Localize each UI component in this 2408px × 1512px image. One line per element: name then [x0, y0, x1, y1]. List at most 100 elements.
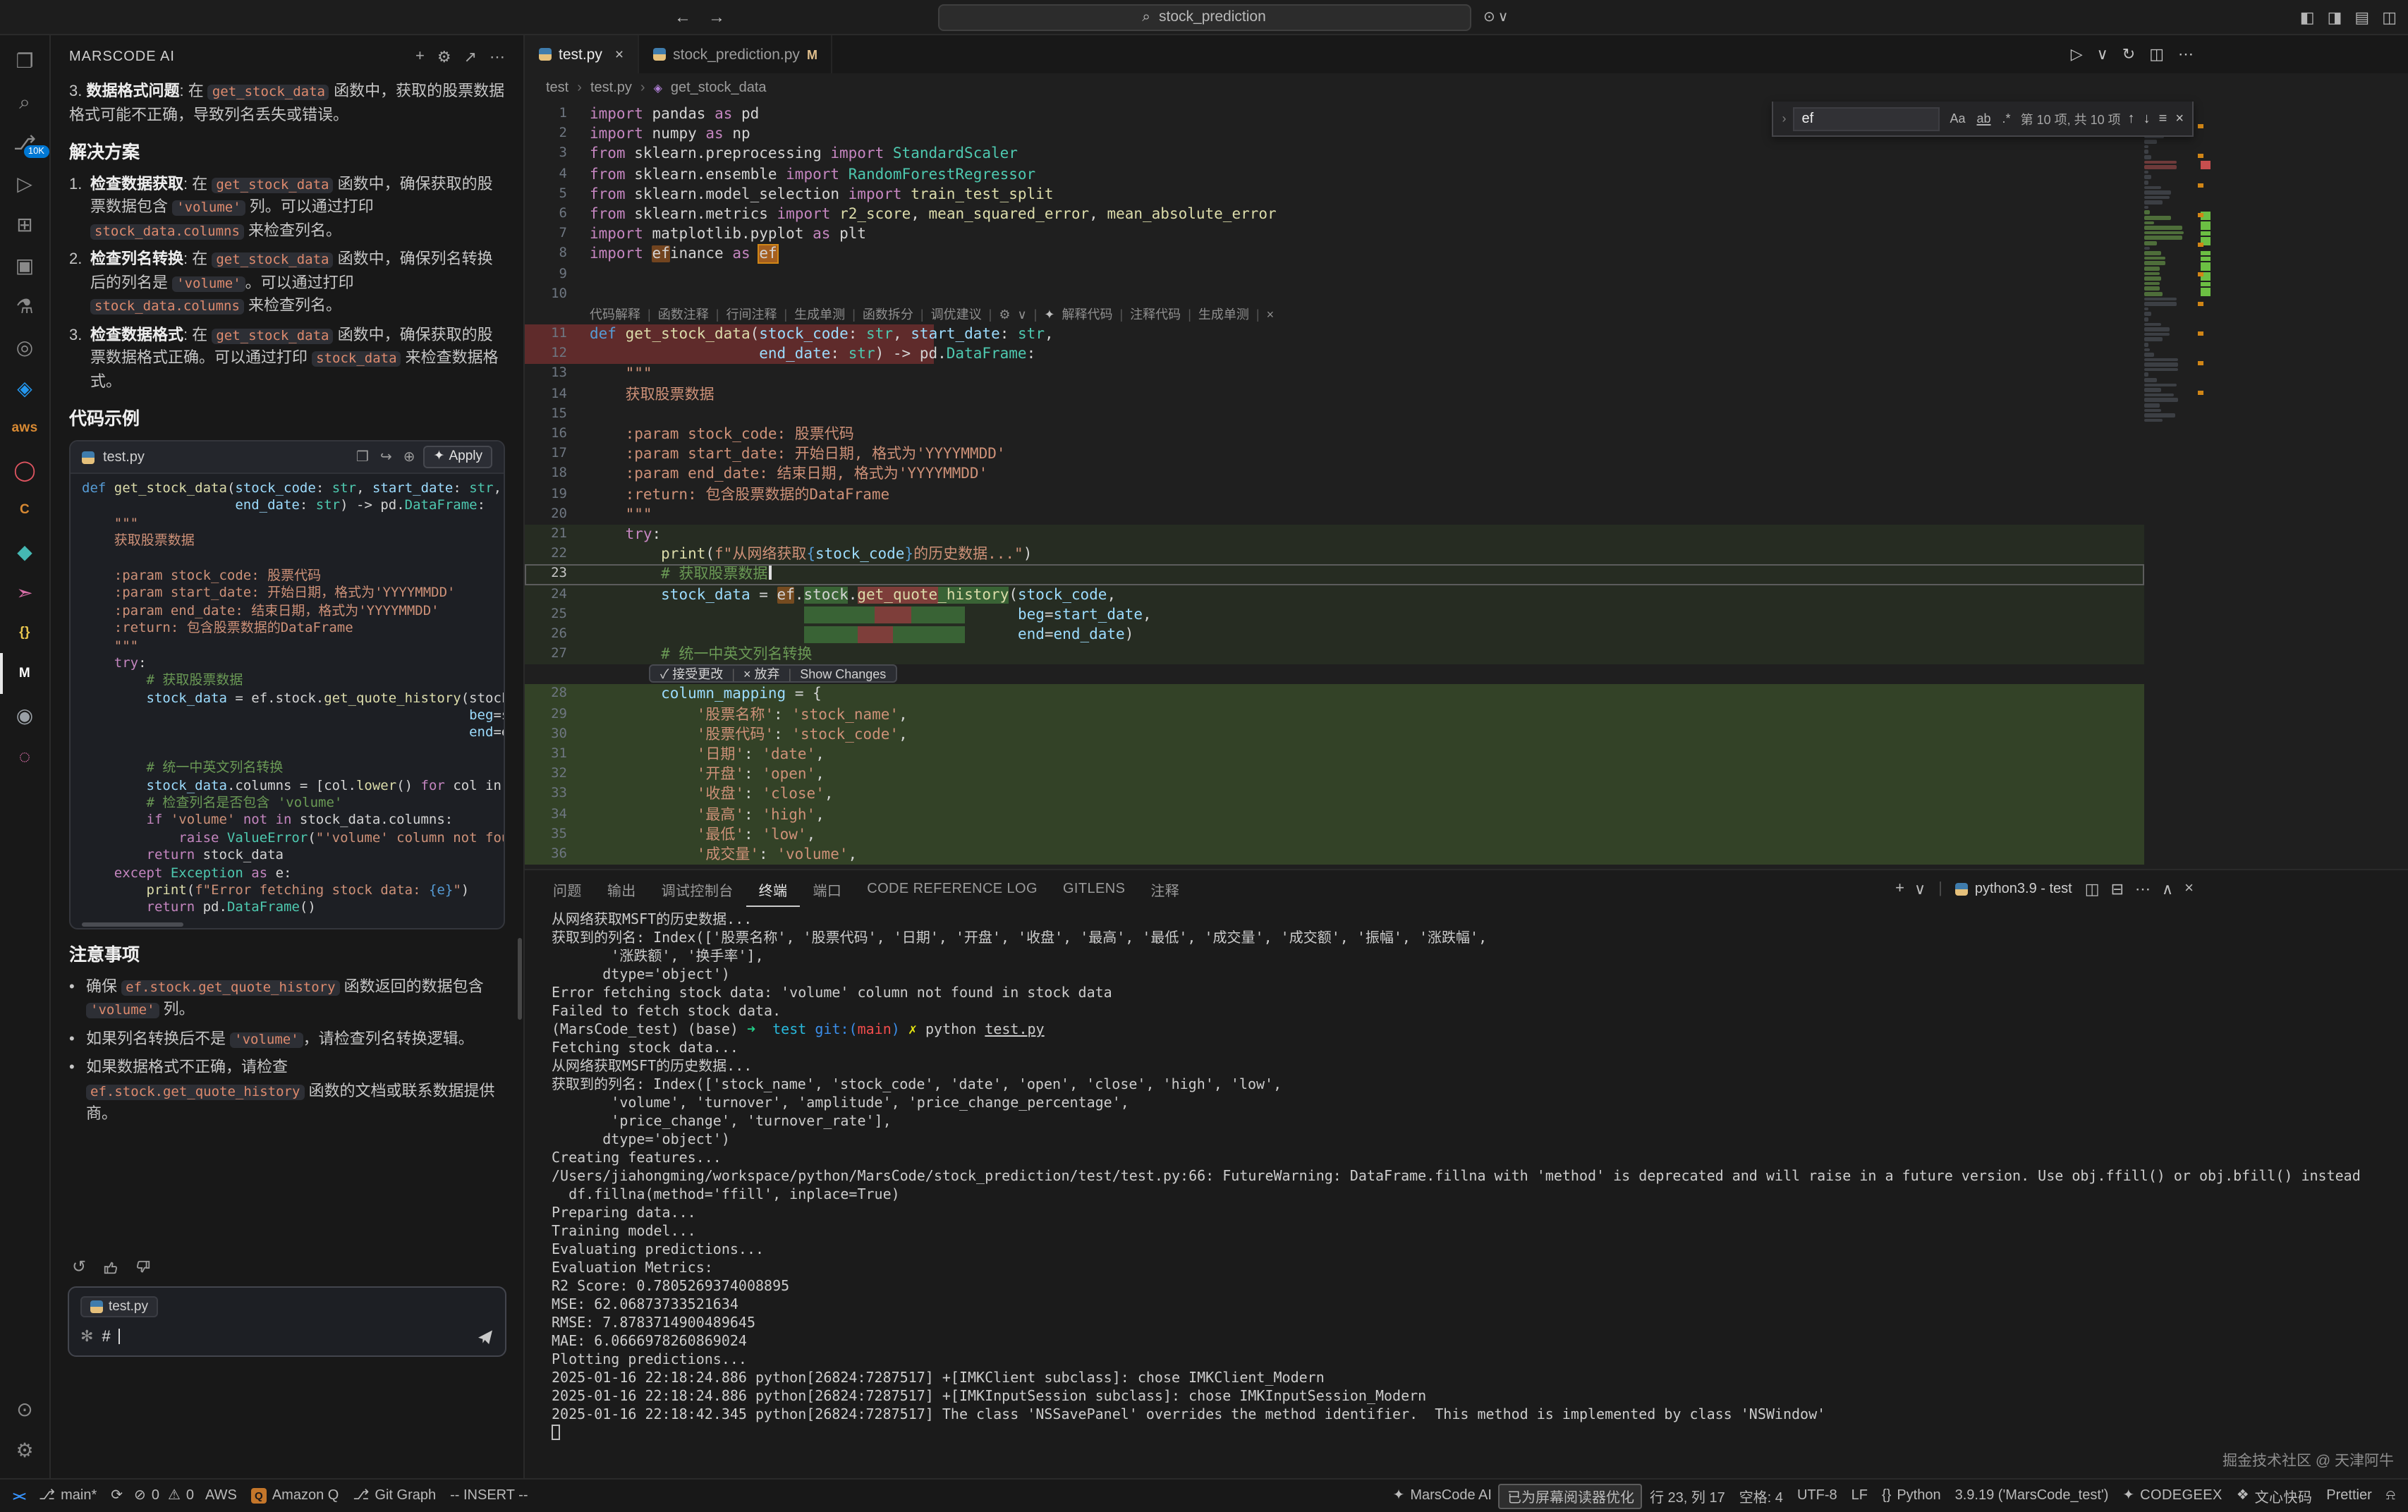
- insert-code-icon[interactable]: ↪: [380, 446, 392, 468]
- testing-icon[interactable]: ⚗: [0, 285, 50, 326]
- remote-indicator[interactable]: ><: [6, 1480, 32, 1512]
- terminal-output[interactable]: 从网络获取MSFT的历史数据...获取到的列名: Index(['股票名称', …: [525, 907, 2408, 1478]
- aws-icon[interactable]: aws: [0, 408, 50, 449]
- account-icon[interactable]: ⊙: [0, 1388, 50, 1429]
- json-extension-icon[interactable]: {}: [0, 612, 50, 653]
- whole-word-toggle[interactable]: ab: [1974, 111, 1994, 126]
- run-python-icon[interactable]: ▷: [2071, 45, 2083, 63]
- horizontal-scrollbar[interactable]: [71, 922, 504, 928]
- previous-match-icon[interactable]: ↑: [2128, 111, 2135, 126]
- breadcrumb-item[interactable]: get_stock_data: [671, 80, 767, 95]
- breadcrumb-item[interactable]: test: [546, 80, 568, 95]
- forward-button[interactable]: →: [708, 7, 725, 27]
- codelens-link[interactable]: 行间注释: [726, 305, 777, 324]
- toggle-primary-sidebar-icon[interactable]: ◧: [2300, 8, 2315, 26]
- panel-tab-调试控制台[interactable]: 调试控制台: [649, 870, 746, 907]
- show-changes-button[interactable]: Show Changes: [800, 664, 886, 683]
- vim-mode[interactable]: -- INSERT --: [443, 1480, 535, 1512]
- apply-code-button[interactable]: ✦ Apply: [424, 446, 492, 468]
- settings-icon[interactable]: ⚙: [437, 47, 451, 66]
- git-graph[interactable]: ⎇Git Graph: [346, 1480, 443, 1512]
- next-match-icon[interactable]: ↓: [2144, 111, 2151, 126]
- docker-icon[interactable]: ◈: [0, 367, 50, 408]
- notifications[interactable]: ⍾: [2379, 1480, 2402, 1512]
- screen-reader-status[interactable]: 已为屏幕阅读器优化: [1499, 1483, 1643, 1508]
- codelens-link[interactable]: 解释代码: [1062, 305, 1112, 324]
- find-input[interactable]: ef: [1793, 106, 1940, 130]
- explorer-icon[interactable]: ❐: [0, 39, 50, 80]
- more-actions-icon[interactable]: ⋯: [489, 47, 505, 66]
- chat-input-value[interactable]: #: [102, 1328, 110, 1345]
- codelens-link[interactable]: 函数注释: [658, 305, 709, 324]
- thumbs-up-icon[interactable]: [103, 1259, 118, 1274]
- codelens-link[interactable]: 代码解释: [590, 305, 640, 324]
- run-dropdown-icon[interactable]: ∨: [2097, 45, 2108, 63]
- code-editor[interactable]: 1import pandas as pd2import numpy as np3…: [525, 102, 2408, 869]
- thumbs-down-icon[interactable]: [135, 1259, 151, 1274]
- codelens-link[interactable]: 注释代码: [1130, 305, 1181, 324]
- problems-errors[interactable]: ⊘0: [130, 1480, 164, 1512]
- split-editor-icon[interactable]: ◫: [2149, 45, 2164, 63]
- copy-code-icon[interactable]: ❐: [356, 446, 369, 468]
- new-file-icon[interactable]: ⊕: [403, 446, 415, 468]
- source-control-icon[interactable]: ⎇10K: [0, 121, 50, 162]
- panel-tab-终端[interactable]: 终端: [746, 870, 801, 907]
- profile-menu[interactable]: ⊙ ∨: [1483, 9, 1508, 25]
- terminal-more-icon[interactable]: ⋯: [2135, 879, 2151, 898]
- minimap[interactable]: [2144, 104, 2192, 424]
- wenxin[interactable]: ❖文心快码: [2230, 1480, 2320, 1512]
- context-file-chip[interactable]: test.py: [80, 1296, 158, 1317]
- codelens-link[interactable]: 函数拆分: [863, 305, 913, 324]
- breadcrumb-item[interactable]: test.py: [590, 80, 632, 95]
- marscode-icon[interactable]: M: [0, 653, 50, 694]
- split-terminal-icon[interactable]: ◫: [2085, 879, 2100, 898]
- search-icon[interactable]: ⌕: [0, 80, 50, 121]
- settings-gear-icon[interactable]: ⚙: [0, 1429, 50, 1470]
- eol[interactable]: LF: [1844, 1480, 1875, 1512]
- command-center-search[interactable]: ⌕ stock_prediction: [937, 4, 1471, 30]
- new-chat-icon[interactable]: +: [415, 47, 425, 66]
- new-terminal-icon[interactable]: +: [1895, 879, 1904, 898]
- panel-tab-注释[interactable]: 注释: [1138, 870, 1192, 907]
- problems-warnings[interactable]: ⚠0: [164, 1480, 198, 1512]
- find-in-selection-grip-icon[interactable]: ›: [1782, 111, 1786, 126]
- chat-input-box[interactable]: test.py ✻ #: [68, 1286, 506, 1357]
- back-button[interactable]: ←: [674, 7, 691, 27]
- regenerate-icon[interactable]: ↺: [72, 1257, 86, 1276]
- sidebar-scrollbar[interactable]: [518, 938, 522, 1020]
- aws-status[interactable]: AWS: [198, 1480, 244, 1512]
- amazon-q[interactable]: QAmazon Q: [244, 1480, 346, 1512]
- close-find-icon[interactable]: ×: [2175, 111, 2184, 126]
- notebook-extension-icon[interactable]: ◌: [0, 735, 50, 776]
- debug-alt-icon[interactable]: ◉: [0, 694, 50, 735]
- accept-changes-button[interactable]: ✓ 接受更改: [660, 664, 723, 683]
- regex-toggle[interactable]: .*: [2000, 111, 2014, 126]
- codelens-link[interactable]: ∨: [1017, 305, 1026, 324]
- history-icon[interactable]: ↻: [2122, 45, 2135, 63]
- export-icon[interactable]: ↗: [464, 47, 477, 66]
- codelens-link[interactable]: ×: [1267, 305, 1275, 324]
- marscode-status[interactable]: ✦MarsCode AI: [1386, 1480, 1499, 1512]
- find-in-selection-icon[interactable]: ≡: [2159, 111, 2167, 126]
- panel-tab-CODE REFERENCE LOG[interactable]: CODE REFERENCE LOG: [854, 870, 1050, 907]
- panel-tab-问题[interactable]: 问题: [540, 870, 595, 907]
- gitlens-icon[interactable]: ◆: [0, 530, 50, 571]
- prettier[interactable]: Prettier: [2319, 1480, 2378, 1512]
- terminal-instance-label[interactable]: python3.9 - test: [1955, 881, 2072, 896]
- remote-explorer-icon[interactable]: ▣: [0, 244, 50, 285]
- codelens-link[interactable]: ⚙: [999, 305, 1010, 324]
- send-icon[interactable]: [477, 1328, 494, 1345]
- tab-test.py[interactable]: test.py×: [525, 35, 639, 73]
- close-tab-icon[interactable]: ×: [615, 46, 624, 63]
- rocket-extension-icon[interactable]: ➣: [0, 571, 50, 612]
- more-editor-actions-icon[interactable]: ⋯: [2178, 45, 2194, 63]
- panel-tab-GITLENS[interactable]: GITLENS: [1050, 870, 1138, 907]
- c-extension-icon[interactable]: C: [0, 489, 50, 530]
- match-case-toggle[interactable]: Aa: [1947, 111, 1968, 126]
- kill-terminal-icon[interactable]: ⊟: [2111, 879, 2124, 898]
- terminal-dropdown-icon[interactable]: ∨: [1914, 879, 1926, 898]
- panel-tab-输出[interactable]: 输出: [595, 870, 649, 907]
- toggle-panel-icon[interactable]: ◨: [2328, 8, 2342, 26]
- extensions-icon[interactable]: ⊞: [0, 203, 50, 244]
- codelens-link[interactable]: 生成单测: [1198, 305, 1249, 324]
